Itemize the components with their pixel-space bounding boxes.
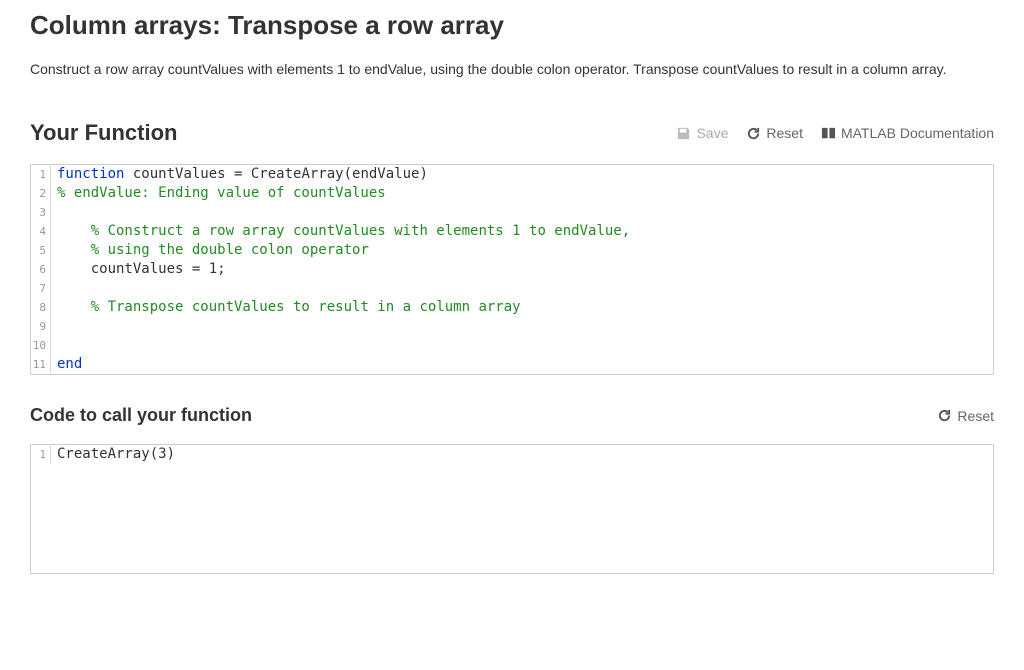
function-section-title: Your Function — [30, 120, 177, 146]
code-row: 10 — [31, 336, 993, 355]
save-label: Save — [696, 125, 728, 141]
call-reset-label: Reset — [957, 408, 994, 424]
code-row: 1CreateArray(3) — [31, 445, 993, 464]
line-number: 1 — [31, 165, 51, 184]
code-line[interactable]: end — [51, 355, 82, 374]
code-row: 2% endValue: Ending value of countValues — [31, 184, 993, 203]
call-section-title: Code to call your function — [30, 405, 252, 426]
docs-label: MATLAB Documentation — [841, 125, 994, 141]
reset-icon — [746, 126, 761, 141]
code-line[interactable]: % Transpose countValues to result in a c… — [51, 298, 521, 317]
reset-icon — [937, 408, 952, 423]
code-row: 5 % using the double colon operator — [31, 241, 993, 260]
code-line[interactable] — [51, 317, 65, 336]
function-section-header: Your Function Save Reset MATLAB Document… — [30, 120, 994, 146]
code-row: 1function countValues = CreateArray(endV… — [31, 165, 993, 184]
code-line[interactable]: % Construct a row array countValues with… — [51, 222, 630, 241]
reset-label: Reset — [766, 125, 803, 141]
page-title: Column arrays: Transpose a row array — [30, 10, 994, 41]
docs-button[interactable]: MATLAB Documentation — [821, 125, 994, 141]
line-number: 10 — [31, 336, 51, 355]
save-icon — [676, 126, 691, 141]
line-number: 5 — [31, 241, 51, 260]
book-icon — [821, 126, 836, 141]
code-row: 4 % Construct a row array countValues wi… — [31, 222, 993, 241]
code-row: 11end — [31, 355, 993, 374]
function-toolbar: Save Reset MATLAB Documentation — [676, 125, 994, 141]
code-line[interactable] — [51, 203, 65, 222]
line-number: 2 — [31, 184, 51, 203]
code-line[interactable]: % endValue: Ending value of countValues — [51, 184, 386, 203]
reset-button[interactable]: Reset — [746, 125, 803, 141]
code-row: 7 — [31, 279, 993, 298]
call-code-editor[interactable]: 1CreateArray(3) — [30, 444, 994, 574]
line-number: 1 — [31, 445, 51, 464]
line-number: 3 — [31, 203, 51, 222]
code-line[interactable]: function countValues = CreateArray(endVa… — [51, 165, 428, 184]
call-section-header: Code to call your function Reset — [30, 405, 994, 426]
call-reset-button[interactable]: Reset — [937, 408, 994, 424]
code-row: 9 — [31, 317, 993, 336]
save-button[interactable]: Save — [676, 125, 728, 141]
code-line[interactable] — [51, 336, 65, 355]
line-number: 4 — [31, 222, 51, 241]
line-number: 7 — [31, 279, 51, 298]
code-line[interactable]: CreateArray(3) — [51, 445, 175, 464]
problem-instructions: Construct a row array countValues with e… — [30, 59, 994, 80]
line-number: 8 — [31, 298, 51, 317]
code-row: 6 countValues = 1; — [31, 260, 993, 279]
line-number: 9 — [31, 317, 51, 336]
line-number: 11 — [31, 355, 51, 374]
code-row: 8 % Transpose countValues to result in a… — [31, 298, 993, 317]
code-row: 3 — [31, 203, 993, 222]
line-number: 6 — [31, 260, 51, 279]
code-line[interactable]: countValues = 1; — [51, 260, 226, 279]
function-code-editor[interactable]: 1function countValues = CreateArray(endV… — [30, 164, 994, 375]
code-line[interactable] — [51, 279, 65, 298]
code-line[interactable]: % using the double colon operator — [51, 241, 369, 260]
